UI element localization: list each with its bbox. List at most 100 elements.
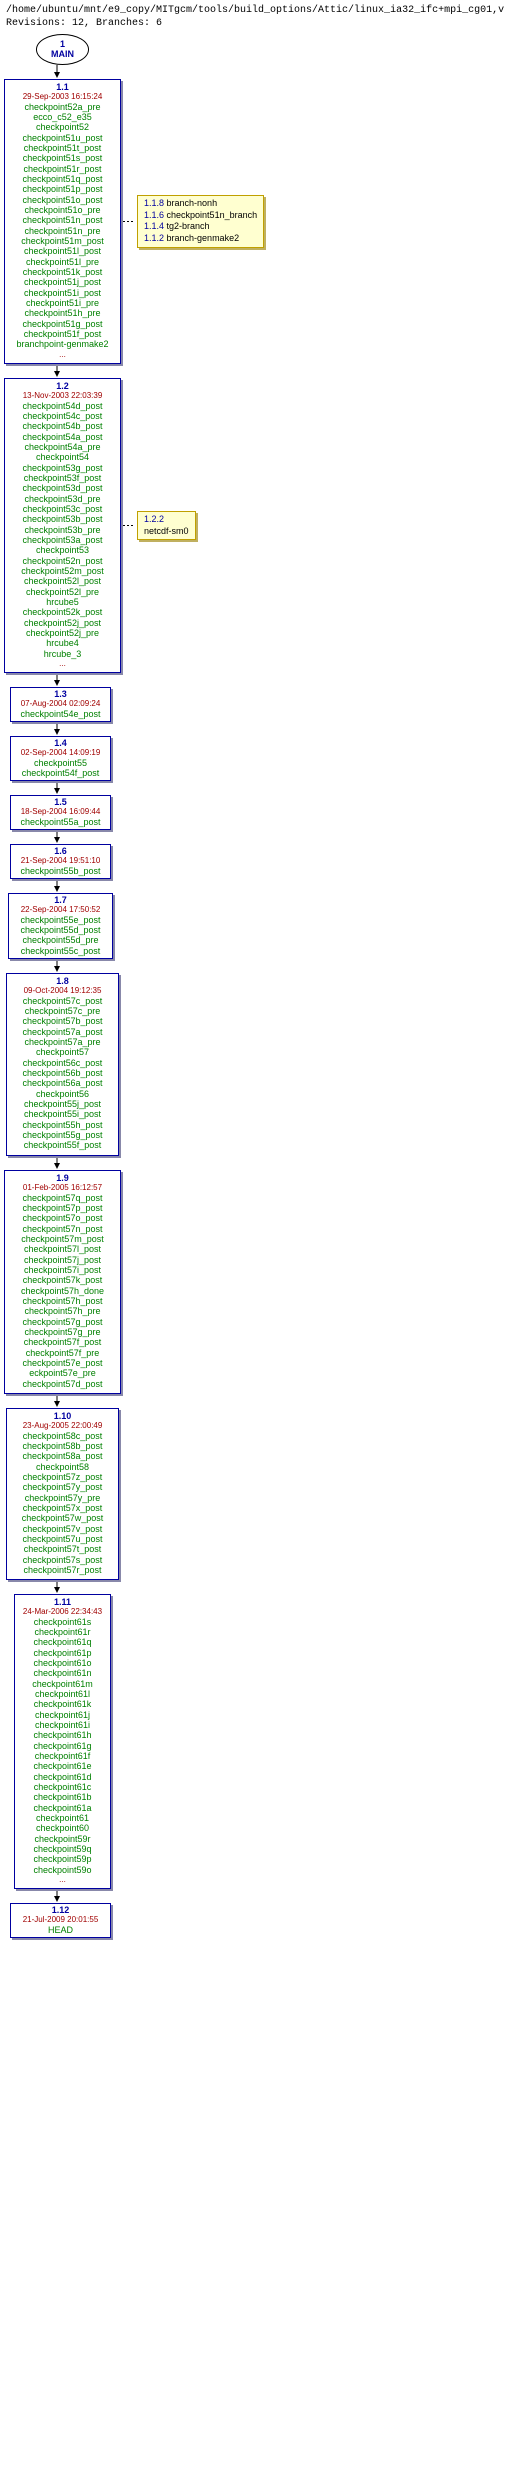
rev-tag: checkpoint57g_pre — [11, 1327, 114, 1337]
rev-date: 09-Oct-2004 19:12:35 — [13, 986, 112, 995]
rev-tag: checkpoint57l_post — [11, 1244, 114, 1254]
rev-tag: checkpoint52n_post — [11, 556, 114, 566]
rev-tag: checkpoint52k_post — [11, 607, 114, 617]
rev-tag: checkpoint53b_pre — [11, 525, 114, 535]
rev-1-5[interactable]: 1.518-Sep-2004 16:09:44checkpoint55a_pos… — [10, 795, 111, 830]
rev-tag: checkpoint57s_post — [13, 1555, 112, 1565]
rev-1-7[interactable]: 1.722-Sep-2004 17:50:52checkpoint55e_pos… — [8, 893, 113, 959]
rev-tag: checkpoint61s — [21, 1617, 104, 1627]
rev-1-8[interactable]: 1.809-Oct-2004 19:12:35checkpoint57c_pos… — [6, 973, 119, 1156]
rev-1-6[interactable]: 1.621-Sep-2004 19:51:10checkpoint55b_pos… — [10, 844, 111, 879]
rev-1-12[interactable]: 1.1221-Jul-2009 20:01:55HEAD — [10, 1903, 111, 1938]
rev-1-9[interactable]: 1.901-Feb-2005 16:12:57checkpoint57q_pos… — [4, 1170, 121, 1394]
rev-tag: checkpoint55g_post — [13, 1130, 112, 1140]
rev-tag: ecco_c52_e35 — [11, 112, 114, 122]
rev-date: 13-Nov-2003 22:03:39 — [11, 391, 114, 400]
rev-tag: checkpoint51l_pre — [11, 257, 114, 267]
rev-tag: checkpoint51t_post — [11, 143, 114, 153]
rev-tag: checkpoint54b_post — [11, 421, 114, 431]
rev-tag: checkpoint61l — [21, 1689, 104, 1699]
rev-tag: checkpoint57u_post — [13, 1534, 112, 1544]
branch-row: netcdf-sm0 — [144, 526, 189, 538]
rev-tag: checkpoint53g_post — [11, 463, 114, 473]
rev-tag: checkpoint56b_post — [13, 1068, 112, 1078]
file-stats: Revisions: 12, Branches: 6 — [6, 17, 512, 30]
rev-number: 1.3 — [15, 689, 106, 699]
rev-tag: checkpoint56 — [13, 1089, 112, 1099]
rev-tag: checkpoint61j — [21, 1710, 104, 1720]
rev-1-1[interactable]: 1.129-Sep-2003 16:15:24checkpoint52a_pre… — [4, 79, 121, 364]
rev-tag: checkpoint52j_post — [11, 618, 114, 628]
rev-tag: checkpoint57a_pre — [13, 1037, 112, 1047]
rev-1-3[interactable]: 1.307-Aug-2004 02:09:24checkpoint54e_pos… — [10, 687, 111, 722]
rev-tag: checkpoint57a_post — [13, 1027, 112, 1037]
rev-number: 1.11 — [21, 1597, 104, 1607]
rev-tag: checkpoint57 — [13, 1047, 112, 1057]
rev-1-2[interactable]: 1.213-Nov-2003 22:03:39checkpoint54d_pos… — [4, 378, 121, 673]
rev-tag: checkpoint55d_post — [13, 925, 108, 935]
rev-tag: checkpoint59o — [21, 1865, 104, 1875]
rev-tag: checkpoint57k_post — [11, 1275, 114, 1285]
rev-tag: checkpoint51j_post — [11, 277, 114, 287]
rev-tag: checkpoint61h — [21, 1730, 104, 1740]
rev-tag: checkpoint59r — [21, 1834, 104, 1844]
rev-tag: checkpoint54f_post — [15, 768, 106, 778]
rev-date: 01-Feb-2005 16:12:57 — [11, 1183, 114, 1192]
rev-tag: hrcube4 — [11, 638, 114, 648]
rev-tag: checkpoint51o_pre — [11, 205, 114, 215]
rev-1-4[interactable]: 1.402-Sep-2004 14:09:19checkpoint55check… — [10, 736, 111, 781]
graph-canvas: 1 MAIN 1.129-Sep-2003 16:15:24checkpoint… — [0, 32, 518, 1948]
rev-date: 22-Sep-2004 17:50:52 — [13, 905, 108, 914]
root-node[interactable]: 1 MAIN — [36, 34, 89, 65]
rev-tag: checkpoint52m_post — [11, 566, 114, 576]
rev-1-10[interactable]: 1.1023-Aug-2005 22:00:49checkpoint58c_po… — [6, 1408, 119, 1580]
rev-number: 1.10 — [13, 1411, 112, 1421]
rev-tag: checkpoint53c_post — [11, 504, 114, 514]
rev-tag: checkpoint57f_post — [11, 1337, 114, 1347]
rev-tag: checkpoint61e — [21, 1761, 104, 1771]
rev-tag: checkpoint54e_post — [15, 709, 106, 719]
ellipsis: ... — [21, 1875, 104, 1884]
rev-tag: checkpoint57h_pre — [11, 1306, 114, 1316]
rev-number: 1.12 — [15, 1905, 106, 1915]
rev-date: 07-Aug-2004 02:09:24 — [15, 699, 106, 708]
rev-tag: checkpoint55a_post — [15, 817, 106, 827]
rev-number: 1.8 — [13, 976, 112, 986]
annotation-branches-1-2: 1.2.2 netcdf-sm0 — [137, 511, 196, 540]
file-path: /home/ubuntu/mnt/e9_copy/MITgcm/tools/bu… — [6, 4, 512, 17]
rev-tag: checkpoint61d — [21, 1772, 104, 1782]
rev-tag: checkpoint51u_post — [11, 133, 114, 143]
rev-tag: checkpoint51m_post — [11, 236, 114, 246]
rev-date: 21-Jul-2009 20:01:55 — [15, 1915, 106, 1924]
branch-row: 1.1.2 branch-genmake2 — [144, 233, 257, 245]
branch-name: branch-nonh — [167, 198, 218, 208]
rev-tag: checkpoint57c_post — [13, 996, 112, 1006]
rev-tag: checkpoint61r — [21, 1627, 104, 1637]
rev-tag: checkpoint57q_post — [11, 1193, 114, 1203]
rev-tag: checkpoint58 — [13, 1462, 112, 1472]
rev-tag: checkpoint57x_post — [13, 1503, 112, 1513]
rev-tag: checkpoint61 — [21, 1813, 104, 1823]
rev-tag: checkpoint51k_post — [11, 267, 114, 277]
rev-tag: checkpoint55j_post — [13, 1099, 112, 1109]
rev-tag: checkpoint57m_post — [11, 1234, 114, 1244]
rev-tag: checkpoint51l_post — [11, 246, 114, 256]
rev-tag: checkpoint51g_post — [11, 319, 114, 329]
rev-tag: checkpoint61g — [21, 1741, 104, 1751]
rev-tag: checkpoint57j_post — [11, 1255, 114, 1265]
rev-1-11[interactable]: 1.1124-Mar-2006 22:34:43checkpoint61sche… — [14, 1594, 111, 1889]
branch-row: 1.1.8 branch-nonh — [144, 198, 257, 210]
rev-date: 23-Aug-2005 22:00:49 — [13, 1421, 112, 1430]
rev-tag: checkpoint51q_post — [11, 174, 114, 184]
root-label: MAIN — [51, 49, 74, 59]
rev-date: 02-Sep-2004 14:09:19 — [15, 748, 106, 757]
rev-tag: checkpoint57c_pre — [13, 1006, 112, 1016]
rev-tag: checkpoint51s_post — [11, 153, 114, 163]
rev-date: 21-Sep-2004 19:51:10 — [15, 856, 106, 865]
rev-tag: checkpoint57v_post — [13, 1524, 112, 1534]
rev-tag: checkpoint51i_pre — [11, 298, 114, 308]
rev-tag: eckpoint57e_pre — [11, 1368, 114, 1378]
rev-tag: checkpoint53a_post — [11, 535, 114, 545]
rev-tag: checkpoint59p — [21, 1854, 104, 1864]
rev-tag: checkpoint61p — [21, 1648, 104, 1658]
